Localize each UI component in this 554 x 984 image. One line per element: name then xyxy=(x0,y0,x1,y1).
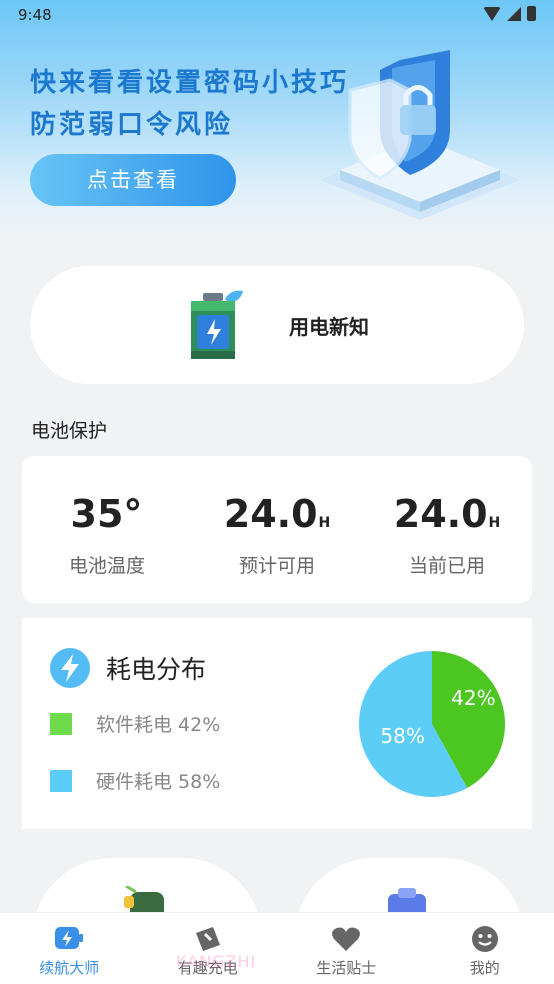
tab-label: 续航大师 xyxy=(39,959,100,977)
tab-label: 生活贴士 xyxy=(316,959,377,977)
stat-label: 电池温度 xyxy=(68,555,145,577)
distribution-header: 耗电分布 xyxy=(50,648,206,688)
battery-icon xyxy=(55,927,84,949)
stat-battery-temp: 35° 电池温度 xyxy=(22,456,192,603)
bottom-tab-bar: 续航大师 有趣充电 生活贴士 我的 xyxy=(0,912,554,984)
ticket-icon xyxy=(195,927,220,951)
stat-value: 24.0 xyxy=(223,492,318,536)
power-tips-label: 用电新知 xyxy=(289,314,369,339)
signal-icon xyxy=(507,6,521,21)
stat-value: 35° xyxy=(70,492,143,536)
battery-plant-icon xyxy=(191,290,243,359)
tab-battery-master[interactable]: 续航大师 xyxy=(0,913,139,984)
tab-label: 有趣充电 xyxy=(177,959,238,977)
battery-stats-card: 35° 电池温度 24.0H 预计可用 24.0H 当前已用 xyxy=(22,456,532,603)
battery-icon xyxy=(527,6,536,21)
legend-hardware: 硬件耗电 58% xyxy=(50,767,220,794)
tab-label: 我的 xyxy=(469,959,500,977)
legend-swatch-hardware xyxy=(50,769,72,792)
stat-label: 当前已用 xyxy=(408,555,485,577)
power-distribution-card: 耗电分布 软件耗电 42% 硬件耗电 58% 42% 58% xyxy=(22,618,532,829)
shield-lock-illustration xyxy=(320,50,520,220)
smiley-icon xyxy=(471,926,498,952)
hero-banner[interactable]: 9:48 快来看看设置密码小技巧 防范弱口令风险 点击查看 xyxy=(0,0,554,238)
wifi-icon xyxy=(483,6,501,21)
pie-label-0: 42% xyxy=(451,686,495,710)
legend-label: 硬件耗电 58% xyxy=(96,771,221,793)
legend-swatch-software xyxy=(50,712,72,735)
status-icons xyxy=(483,6,536,21)
tab-me[interactable]: 我的 xyxy=(416,913,554,984)
tab-life-tips[interactable]: 生活贴士 xyxy=(277,913,416,984)
stat-estimated-available: 24.0H 预计可用 xyxy=(192,456,362,603)
stat-label: 预计可用 xyxy=(238,555,315,577)
lightning-icon xyxy=(50,648,90,688)
heart-icon xyxy=(332,927,361,951)
stat-unit: H xyxy=(318,515,331,531)
stat-currently-used: 24.0H 当前已用 xyxy=(362,456,532,603)
battery-protection-title: 电池保护 xyxy=(31,420,108,442)
view-button[interactable]: 点击查看 xyxy=(30,154,236,206)
pie-label-1: 58% xyxy=(380,724,424,748)
stat-value: 24.0 xyxy=(393,492,488,536)
status-time: 9:48 xyxy=(18,6,52,24)
stat-unit: H xyxy=(488,515,501,531)
legend-software: 软件耗电 42% xyxy=(50,710,220,737)
power-pie-chart: 42% 58% xyxy=(359,651,505,797)
tab-fun-charging[interactable]: 有趣充电 xyxy=(139,913,278,984)
distribution-title: 耗电分布 xyxy=(106,655,207,684)
power-tips-card[interactable]: 用电新知 xyxy=(30,266,524,384)
status-bar: 9:48 xyxy=(0,0,554,30)
legend-label: 软件耗电 42% xyxy=(96,714,221,736)
hero-subheadline: 防范弱口令风险 xyxy=(30,110,234,140)
